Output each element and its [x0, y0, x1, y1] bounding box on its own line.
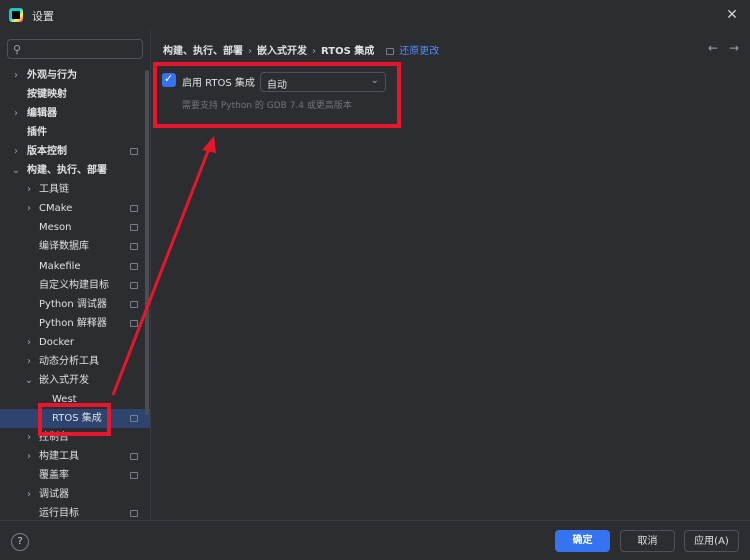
tree-item[interactable]: 编译数据库 [0, 237, 150, 256]
chevron-down-icon[interactable]: ⌄ [11, 161, 21, 180]
tree-item-label: 嵌入式开发 [39, 374, 89, 386]
tree-item[interactable]: ⌄ 嵌入式开发 [0, 371, 150, 390]
project-level-icon [130, 319, 138, 327]
project-level-icon [130, 243, 138, 251]
tree-item[interactable]: Python 解释器 [0, 314, 150, 333]
chevron-right-icon[interactable]: › [24, 199, 34, 218]
tree-item[interactable]: › 工具链 [0, 180, 150, 199]
chevron-right-icon[interactable]: › [11, 66, 21, 85]
tree-item[interactable]: Makefile [0, 257, 150, 276]
apply-button[interactable]: 应用(A) [684, 530, 739, 552]
tree-item-label: 插件 [27, 127, 47, 139]
tree-item[interactable]: Meson [0, 218, 150, 237]
chevron-right-icon[interactable]: › [24, 180, 34, 199]
project-level-icon [130, 224, 138, 232]
project-level-icon [130, 262, 138, 270]
tree-item[interactable]: › CMake [0, 199, 150, 218]
breadcrumb-part[interactable]: 构建、执行、部署 [163, 46, 243, 57]
tree-item-label: 动态分析工具 [39, 355, 99, 367]
search-box[interactable]: ⚲ [7, 39, 143, 59]
dialog-footer: ? 确定 取消 应用(A) [0, 520, 750, 560]
back-arrow-icon[interactable]: ← [708, 41, 718, 55]
tree-item[interactable]: › 外观与行为 [0, 66, 150, 85]
help-icon[interactable]: ? [11, 533, 29, 551]
tree-item[interactable]: 自定义构建目标 [0, 276, 150, 295]
breadcrumb-current: RTOS 集成 [321, 46, 375, 57]
chevron-right-icon[interactable]: › [24, 485, 34, 504]
close-icon[interactable]: ✕ [722, 5, 742, 25]
tree-item-label: 运行目标 [39, 508, 79, 520]
chevron-right-icon[interactable]: › [24, 428, 34, 447]
tree-item-label: Docker [39, 336, 75, 348]
search-icon: ⚲ [13, 43, 22, 56]
tree-item[interactable]: › 动态分析工具 [0, 352, 150, 371]
tree-item[interactable]: 覆盖率 [0, 466, 150, 485]
project-level-icon [130, 414, 138, 422]
tree-item-label: 覆盖率 [39, 470, 69, 482]
chevron-right-icon[interactable]: › [11, 142, 21, 161]
tree-item[interactable]: 插件 [0, 123, 150, 142]
chevron-down-icon[interactable]: ⌄ [24, 371, 34, 390]
reset-icon [386, 47, 395, 55]
breadcrumb-separator: › [312, 46, 316, 57]
tree-item[interactable]: › 调试器 [0, 485, 150, 504]
reset-changes-link[interactable]: 还原更改 [399, 46, 439, 57]
project-level-icon [130, 300, 138, 308]
search-input[interactable] [28, 41, 138, 57]
window-title: 设置 [32, 10, 54, 23]
tree-item-label: Python 调试器 [39, 298, 107, 310]
chevron-right-icon[interactable]: › [24, 352, 34, 371]
tree-item-label: 外观与行为 [27, 70, 77, 81]
breadcrumb-part[interactable]: 嵌入式开发 [257, 46, 307, 57]
project-level-icon [130, 148, 138, 156]
title-bar: 设置 ✕ [0, 0, 750, 30]
forward-arrow-icon[interactable]: → [729, 41, 739, 55]
tree-item-label: 调试器 [39, 489, 69, 501]
tree-item[interactable]: › 版本控制 [0, 142, 150, 161]
tree-item[interactable]: › Docker [0, 333, 150, 352]
settings-sidebar: ⚲ › 外观与行为按键映射 › 编辑器插件 › 版本控制 ⌄ 构建、执行、部署 › 工具链 › CMa… [0, 30, 150, 520]
tree-item-label: 版本控制 [27, 146, 67, 158]
tree-item-label: Python 解释器 [39, 317, 107, 329]
cancel-button[interactable]: 取消 [620, 530, 675, 552]
breadcrumb-separator: › [248, 46, 252, 57]
tree-item-label: 编译数据库 [39, 241, 89, 253]
project-level-icon [130, 472, 138, 480]
chevron-right-icon[interactable]: › [24, 333, 34, 352]
breadcrumb: 构建、执行、部署 › 嵌入式开发 › RTOS 集成 还原更改 [163, 42, 439, 57]
annotation-box-settings [153, 62, 401, 128]
tree-item-label: 构建、执行、部署 [27, 165, 107, 177]
tree-item-label: CMake [39, 203, 73, 215]
tree-item[interactable]: Python 调试器 [0, 295, 150, 314]
chevron-right-icon[interactable]: › [24, 447, 34, 466]
project-level-icon [130, 510, 138, 518]
tree-item-label: 构建工具 [39, 451, 79, 462]
tree-item-label: 工具链 [39, 184, 69, 196]
tree-item-label: Meson [39, 222, 72, 234]
app-logo-icon [9, 8, 23, 22]
tree-item[interactable]: 运行目标 [0, 504, 150, 520]
tree-item-label: 编辑器 [27, 108, 57, 120]
tree-item[interactable]: 按键映射 [0, 85, 150, 104]
sidebar-scrollbar[interactable] [145, 70, 149, 415]
ok-button[interactable]: 确定 [555, 530, 610, 552]
project-level-icon [130, 453, 138, 460]
project-level-icon [130, 205, 138, 213]
project-level-icon [130, 281, 138, 289]
tree-item[interactable]: › 编辑器 [0, 104, 150, 123]
annotation-box-tree [38, 403, 111, 436]
tree-item-label: 自定义构建目标 [39, 279, 109, 291]
tree-item-label: 按键映射 [27, 89, 67, 101]
tree-item[interactable]: › 构建工具 [0, 447, 150, 466]
tree-item[interactable]: ⌄ 构建、执行、部署 [0, 161, 150, 180]
chevron-right-icon[interactable]: › [11, 104, 21, 123]
tree-item-label: Makefile [39, 260, 81, 272]
